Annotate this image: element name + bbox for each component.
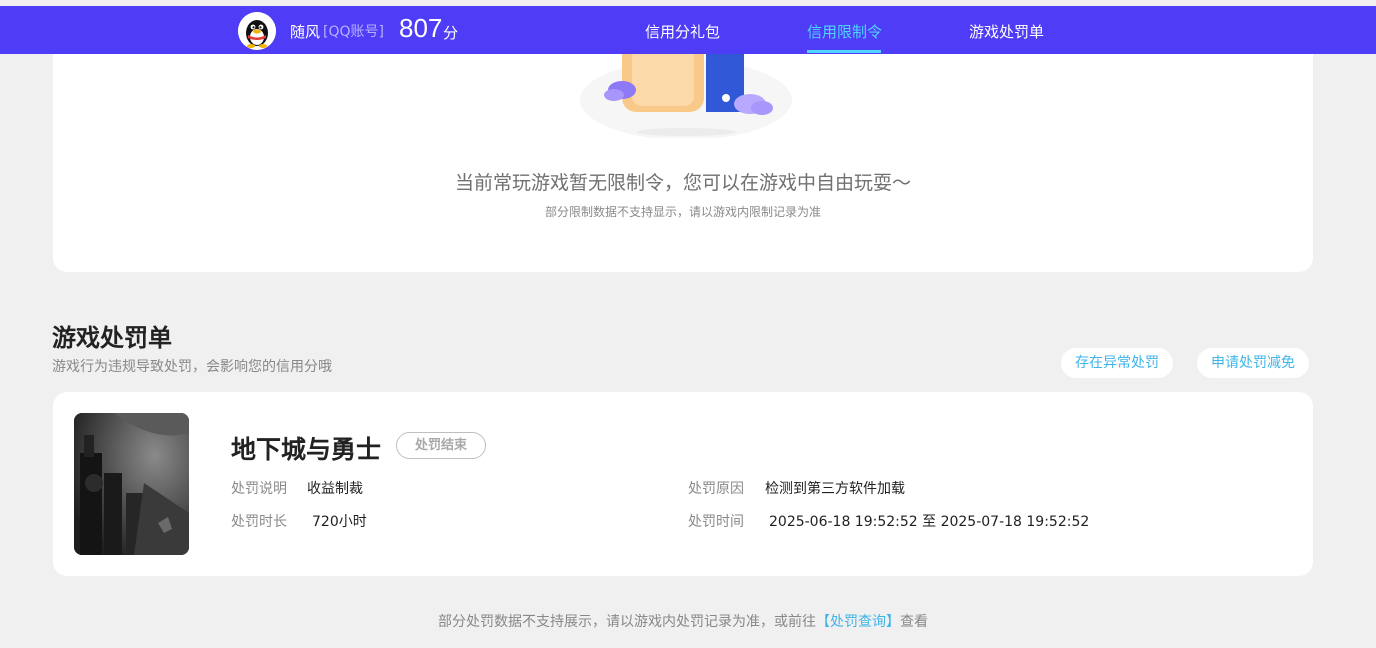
penalty-duration-value: 720小时 — [312, 514, 367, 530]
game-thumbnail — [74, 413, 189, 555]
penalty-reason-label: 处罚原因 — [688, 481, 744, 497]
credit-score-unit: 分 — [443, 24, 459, 42]
penalty-duration-label: 处罚时长 — [231, 514, 287, 530]
user-name: 随风 — [290, 23, 321, 41]
restriction-message: 当前常玩游戏暂无限制令，您可以在游戏中自由玩耍～ — [454, 172, 911, 194]
tab-credit-restriction[interactable]: 信用限制令 — [807, 21, 882, 42]
penalty-time-label: 处罚时间 — [688, 514, 744, 530]
top-nav-bar: 随风 [QQ账号] 807 分 信用分礼包 信用限制令 游戏处罚单 — [0, 6, 1376, 54]
section-title: 游戏处罚单 — [52, 324, 172, 352]
restriction-note: 部分限制数据不支持显示，请以游戏内限制记录为准 — [544, 205, 821, 219]
penalty-reason-value: 检测到第三方软件加载 — [765, 481, 905, 497]
footer-note: 部分处罚数据不支持展示，请以游戏内处罚记录为准，或前往【处罚查询】查看 — [0, 611, 1366, 631]
no-restriction-illustration — [580, 40, 792, 138]
tab-credit-gift[interactable]: 信用分礼包 — [645, 21, 720, 42]
footer-note-text: 部分处罚数据不支持展示，请以游戏内处罚记录为准，或前往 — [438, 614, 816, 630]
status-badge: 处罚结束 — [396, 432, 486, 459]
abnormal-penalty-button[interactable]: 存在异常处罚 — [1061, 348, 1173, 378]
penalty-time-value: 2025-06-18 19:52:52 至 2025-07-18 19:52:5… — [769, 514, 1090, 530]
penalty-desc-label: 处罚说明 — [231, 481, 287, 497]
tab-game-penalty[interactable]: 游戏处罚单 — [969, 21, 1044, 42]
penalty-desc-value: 收益制裁 — [307, 481, 363, 497]
active-tab-indicator — [807, 50, 881, 53]
game-title: 地下城与勇士 — [231, 435, 382, 464]
user-avatar[interactable] — [238, 12, 276, 50]
penalty-card: 地下城与勇士 处罚结束 处罚说明 收益制裁 处罚原因 检测到第三方软件加载 处罚… — [53, 392, 1313, 576]
account-type-label: [QQ账号] — [323, 24, 384, 40]
qq-penguin-icon — [238, 12, 276, 50]
penalty-query-link[interactable]: 【处罚查询】 — [816, 614, 900, 630]
apply-penalty-reduction-button[interactable]: 申请处罚减免 — [1197, 348, 1309, 378]
footer-note-suffix: 查看 — [900, 614, 928, 630]
credit-score: 807 — [399, 13, 443, 43]
section-subtitle: 游戏行为违规导致处罚，会影响您的信用分哦 — [52, 359, 332, 375]
